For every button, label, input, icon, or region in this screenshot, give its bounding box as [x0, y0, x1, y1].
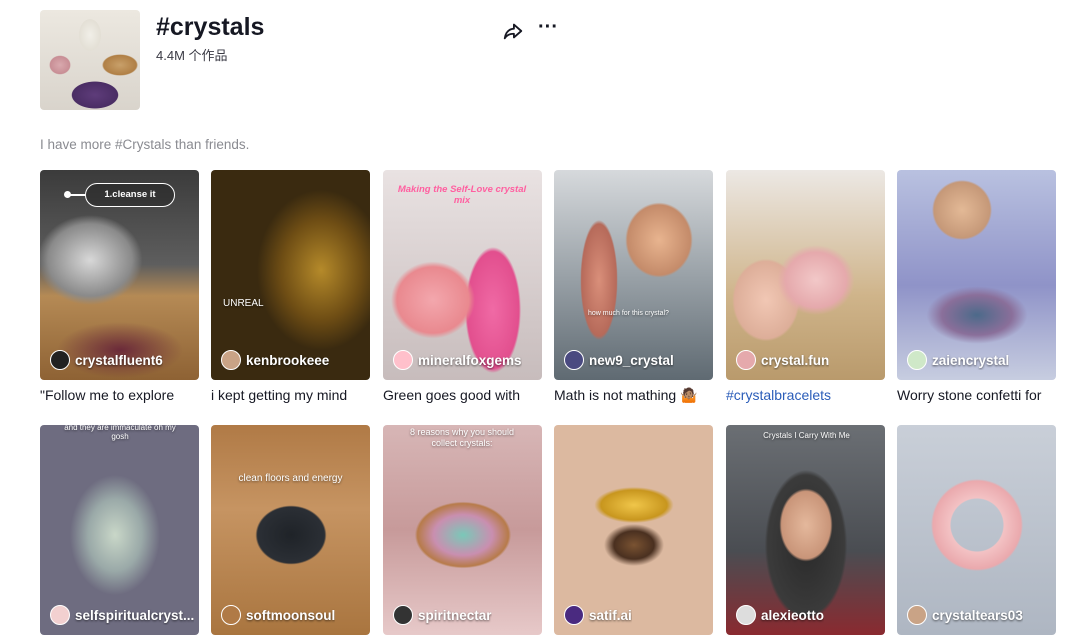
video-card[interactable]: Making the Self-Love crystal mix mineral…: [383, 170, 542, 403]
video-card[interactable]: UNREAL kenbrookeee i kept getting my min…: [211, 170, 370, 403]
video-card[interactable]: and they are immaculate oh my gosh selfs…: [40, 425, 199, 635]
share-icon[interactable]: [502, 20, 524, 42]
video-author[interactable]: crystal.fun: [736, 350, 829, 370]
username: spiritnectar: [418, 607, 492, 623]
video-card[interactable]: 8 reasons why you should collect crystal…: [383, 425, 542, 635]
video-author[interactable]: crystaltears03: [907, 605, 1023, 625]
username: mineralfoxgems: [418, 352, 522, 368]
video-card[interactable]: clean floors and energy softmoonsoul: [211, 425, 370, 635]
page-title: #crystals: [156, 13, 265, 41]
video-author[interactable]: alexieotto: [736, 605, 824, 625]
video-thumbnail[interactable]: crystal.fun: [726, 170, 885, 380]
video-thumbnail[interactable]: Making the Self-Love crystal mix mineral…: [383, 170, 542, 380]
video-count: 4.4M 个作品: [156, 48, 228, 63]
video-thumbnail[interactable]: crystaltears03: [897, 425, 1056, 635]
video-thumbnail[interactable]: UNREAL kenbrookeee: [211, 170, 370, 380]
video-overlay-text: clean floors and energy: [238, 473, 343, 484]
timeline-line: [70, 194, 85, 196]
video-author[interactable]: zaiencrystal: [907, 350, 1009, 370]
username: softmoonsoul: [246, 607, 336, 623]
tag-description: I have more #Crystals than friends.: [40, 137, 250, 152]
video-caption[interactable]: i kept getting my mind: [211, 387, 370, 403]
video-author[interactable]: satif.ai: [564, 605, 632, 625]
video-overlay-text: how much for this crystal?: [588, 310, 669, 317]
username: kenbrookeee: [246, 352, 330, 368]
video-overlay-text: Making the Self-Love crystal mix: [397, 184, 527, 206]
video-author[interactable]: new9_crystal: [564, 350, 674, 370]
video-thumbnail[interactable]: how much for this crystal? new9_crystal: [554, 170, 713, 380]
username: new9_crystal: [589, 352, 674, 368]
video-thumbnail[interactable]: 8 reasons why you should collect crystal…: [383, 425, 542, 635]
video-author[interactable]: selfspiritualcryst...: [50, 605, 194, 625]
avatar: [221, 350, 241, 370]
avatar: [736, 350, 756, 370]
username: zaiencrystal: [932, 352, 1010, 368]
video-author[interactable]: mineralfoxgems: [393, 350, 522, 370]
avatar: [564, 605, 584, 625]
more-icon[interactable]: ···: [538, 17, 558, 40]
avatar: [736, 605, 756, 625]
video-author[interactable]: kenbrookeee: [221, 350, 329, 370]
video-card[interactable]: crystaltears03: [897, 425, 1056, 635]
video-thumbnail[interactable]: zaiencrystal: [897, 170, 1056, 380]
avatar: [907, 350, 927, 370]
username: crystal.fun: [761, 352, 830, 368]
video-card[interactable]: how much for this crystal? new9_crystal …: [554, 170, 713, 404]
avatar: [393, 605, 413, 625]
video-caption[interactable]: "Follow me to explore: [40, 387, 199, 403]
avatar: [50, 605, 70, 625]
video-thumbnail[interactable]: satif.ai: [554, 425, 713, 635]
username: crystaltears03: [932, 607, 1023, 623]
video-author[interactable]: softmoonsoul: [221, 605, 335, 625]
username: selfspiritualcryst...: [75, 607, 195, 623]
video-overlay-text: UNREAL: [223, 298, 264, 309]
video-overlay-text: 8 reasons why you should collect crystal…: [409, 427, 515, 448]
avatar: [221, 605, 241, 625]
username: crystalfluent6: [75, 352, 163, 368]
video-caption[interactable]: Math is not mathing 🤷🏽: [554, 387, 713, 404]
video-thumbnail[interactable]: clean floors and energy softmoonsoul: [211, 425, 370, 635]
avatar: [907, 605, 927, 625]
username: alexieotto: [761, 607, 825, 623]
avatar: [564, 350, 584, 370]
tag-cover-image: [40, 10, 140, 110]
video-author[interactable]: spiritnectar: [393, 605, 492, 625]
video-author[interactable]: crystalfluent6: [50, 350, 163, 370]
video-overlay-text: Crystals I Carry With Me: [763, 431, 850, 440]
tag-header: #crystals 4.4M 个作品 ···: [40, 10, 1080, 110]
video-thumbnail[interactable]: 1.cleanse it crystalfluent6: [40, 170, 199, 380]
video-caption[interactable]: Green goes good with: [383, 387, 542, 403]
video-card[interactable]: zaiencrystal Worry stone confetti for: [897, 170, 1056, 403]
video-caption-hashtag[interactable]: #crystalbracelets: [726, 387, 885, 403]
video-overlay-text: and they are immaculate oh my gosh: [64, 425, 176, 441]
video-thumbnail[interactable]: and they are immaculate oh my gosh selfs…: [40, 425, 199, 635]
avatar: [50, 350, 70, 370]
video-overlay-text: 1.cleanse it: [85, 183, 175, 207]
avatar: [393, 350, 413, 370]
video-card[interactable]: satif.ai: [554, 425, 713, 635]
video-caption[interactable]: Worry stone confetti for: [897, 387, 1056, 403]
username: satif.ai: [589, 607, 632, 623]
video-thumbnail[interactable]: Crystals I Carry With Me alexieotto: [726, 425, 885, 635]
video-card[interactable]: crystal.fun #crystalbracelets: [726, 170, 885, 403]
video-card[interactable]: 1.cleanse it crystalfluent6 "Follow me t…: [40, 170, 199, 403]
video-card[interactable]: Crystals I Carry With Me alexieotto: [726, 425, 885, 635]
